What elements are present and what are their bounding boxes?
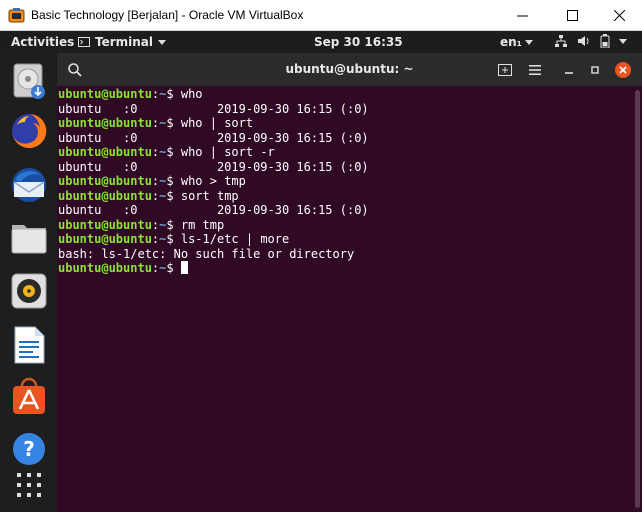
ubuntu-dock: ?	[0, 53, 57, 512]
command-text: rm tmp	[180, 217, 225, 232]
dock-item-firefox[interactable]	[9, 111, 49, 151]
terminal-output-line: ubuntu :0 2019-09-30 16:15 (:0)	[58, 159, 369, 174]
activities-button[interactable]: Activities	[11, 35, 74, 49]
prompt-symbol: $	[166, 87, 181, 101]
thunderbird-icon	[12, 168, 46, 202]
battery-icon	[600, 34, 610, 48]
terminal-title: ubuntu@ubuntu: ~	[285, 62, 414, 76]
app-menu-label: Terminal	[95, 35, 154, 49]
system-status-menu[interactable]	[554, 34, 627, 48]
minimize-icon	[565, 72, 573, 74]
dock-item-software-center[interactable]	[9, 377, 49, 417]
dock-item-show-applications[interactable]	[9, 465, 49, 505]
svg-text:?: ?	[23, 437, 35, 461]
hamburger-menu-icon	[529, 65, 541, 75]
software-center-icon	[13, 377, 45, 414]
new-tab-button[interactable]	[496, 61, 514, 79]
chevron-down-icon	[619, 38, 627, 44]
libreoffice-writer-icon	[14, 326, 45, 364]
volume-icon	[578, 36, 589, 46]
prompt-user: ubuntu@ubuntu	[58, 188, 152, 203]
hamburger-menu-button[interactable]	[526, 61, 544, 79]
terminal-command-line: ubuntu@ubuntu:~$ sort tmp	[58, 189, 369, 204]
terminal-output-line: ubuntu :0 2019-09-30 16:15 (:0)	[58, 203, 369, 217]
maximize-icon	[566, 10, 578, 21]
text-cursor	[180, 261, 188, 274]
terminal-scrollbar[interactable]	[635, 90, 640, 508]
terminal-minimize-button[interactable]	[560, 61, 578, 79]
terminal-command-line: ubuntu@ubuntu:~$ ls-1/etc | more	[58, 232, 369, 247]
prompt-symbol: $	[166, 188, 181, 203]
network-icon	[555, 35, 567, 47]
command-text: who > tmp	[180, 174, 246, 188]
prompt-user: ubuntu@ubuntu	[58, 261, 152, 275]
terminal-output[interactable]: ubuntu@ubuntu:~$ who ubuntu :0 2019-09-30…	[57, 86, 642, 512]
terminal-restore-button[interactable]	[586, 61, 604, 79]
minimize-button[interactable]	[498, 0, 546, 31]
dock-item-rhythmbox[interactable]	[9, 271, 49, 311]
prompt-symbol: $	[166, 174, 181, 188]
app-menu-button[interactable]: Terminal	[78, 35, 167, 49]
clock[interactable]: Sep 30 16:35	[314, 35, 403, 49]
chevron-down-icon	[158, 39, 167, 45]
prompt-symbol: $	[166, 116, 181, 130]
window-title: Basic Technology [Berjalan] - Oracle VM …	[31, 8, 304, 22]
terminal-app-icon	[78, 37, 90, 47]
command-text: who | sort	[180, 116, 254, 130]
gnome-top-bar: Activities Terminal Sep 30 16:35 en₁	[0, 31, 642, 53]
command-text: who | sort -r	[180, 145, 275, 159]
rhythmbox-icon	[11, 273, 47, 309]
close-icon	[615, 62, 631, 78]
terminal-output-line: ubuntu :0 2019-09-30 16:15 (:0)	[58, 101, 369, 116]
prompt-user: ubuntu@ubuntu	[58, 232, 152, 246]
terminal-active-prompt: ubuntu@ubuntu:~$	[58, 261, 369, 276]
terminal-output-line: bash: ls-1/etc: No such file or director…	[58, 246, 355, 261]
language-label: en₁	[500, 35, 522, 49]
dock-item-help[interactable]: ?	[9, 429, 49, 469]
new-tab-icon	[498, 64, 512, 76]
command-text: ls-1/etc | more	[180, 232, 290, 246]
prompt-user: ubuntu@ubuntu	[58, 116, 152, 130]
restore-icon	[591, 66, 599, 74]
firefox-icon	[12, 113, 47, 148]
prompt-user: ubuntu@ubuntu	[58, 174, 152, 188]
prompt-symbol: $	[166, 217, 181, 232]
input-language-button[interactable]: en₁	[500, 35, 533, 49]
terminal-lines: ubuntu@ubuntu:~$ who ubuntu :0 2019-09-30…	[58, 87, 369, 276]
terminal-command-line: ubuntu@ubuntu:~$ who	[58, 87, 369, 102]
terminal-command-line: ubuntu@ubuntu:~$ who | sort	[58, 116, 369, 131]
virtualbox-icon	[8, 8, 25, 23]
prompt-symbol: $	[166, 232, 181, 246]
dock-item-files[interactable]	[9, 217, 49, 257]
terminal-output-line: ubuntu :0 2019-09-30 16:15 (:0)	[58, 130, 369, 145]
chevron-down-icon	[524, 39, 533, 45]
prompt-user: ubuntu@ubuntu	[58, 217, 152, 232]
show-applications-icon	[17, 473, 41, 497]
close-icon	[613, 10, 625, 21]
help-icon: ?	[13, 433, 45, 465]
virtualbox-title-bar: Basic Technology [Berjalan] - Oracle VM …	[0, 0, 642, 31]
installer-icon	[13, 63, 45, 99]
prompt-user: ubuntu@ubuntu	[58, 145, 152, 159]
maximize-button[interactable]	[548, 0, 596, 31]
terminal-command-line: ubuntu@ubuntu:~$ rm tmp	[58, 218, 369, 233]
dock-item-installer[interactable]	[9, 61, 49, 101]
command-text: who	[180, 87, 203, 101]
terminal-command-line: ubuntu@ubuntu:~$ who > tmp	[58, 174, 369, 189]
terminal-command-line: ubuntu@ubuntu:~$ who | sort -r	[58, 145, 369, 160]
dock-item-thunderbird[interactable]	[9, 165, 49, 205]
terminal-close-button[interactable]	[614, 61, 632, 79]
prompt-symbol: $	[166, 261, 181, 275]
prompt-symbol: $	[166, 145, 181, 159]
dock-item-libreoffice-writer[interactable]	[9, 325, 49, 365]
terminal-header-bar: ubuntu@ubuntu: ~	[57, 53, 642, 86]
close-window-button[interactable]	[595, 0, 642, 31]
files-icon	[11, 225, 47, 254]
prompt-user: ubuntu@ubuntu	[58, 87, 152, 101]
command-text: sort tmp	[180, 188, 239, 203]
minimize-icon	[516, 15, 528, 17]
